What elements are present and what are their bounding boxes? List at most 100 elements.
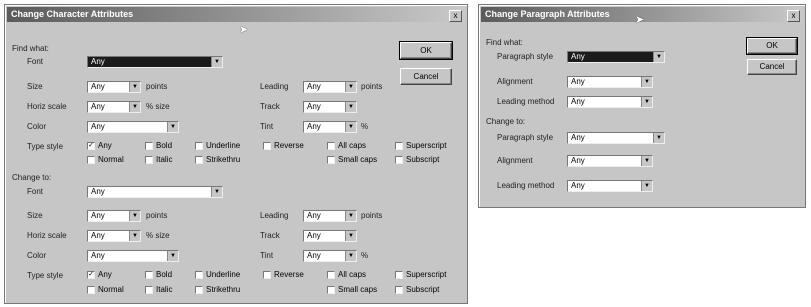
checkbox-box[interactable]: ✓ xyxy=(87,142,95,150)
char-dialog-titlebar[interactable]: Change Character Attributes x xyxy=(7,7,465,22)
chevron-down-icon[interactable]: ▼ xyxy=(345,102,356,112)
find-leading-method-dropdown[interactable]: Any ▼ xyxy=(567,96,653,108)
find-paragraph-style-label: Paragraph style xyxy=(497,52,554,61)
checkbox-box[interactable] xyxy=(195,142,203,150)
find-alignment-dropdown[interactable]: Any ▼ xyxy=(567,76,653,88)
find-paragraph-style-dropdown[interactable]: Any ▼ xyxy=(567,51,665,63)
change-color-value: Any xyxy=(91,251,105,260)
cancel-button[interactable]: Cancel xyxy=(400,68,452,85)
char-dialog-title: Change Character Attributes xyxy=(11,9,134,19)
chevron-down-icon[interactable]: ▼ xyxy=(129,82,140,92)
checkbox-box[interactable] xyxy=(395,271,403,279)
find-type-style-label: Type style xyxy=(27,142,64,151)
find-tint-label: Tint xyxy=(260,122,274,131)
chevron-down-icon[interactable]: ▼ xyxy=(345,231,356,241)
change-type-style-label: Type style xyxy=(27,271,64,280)
find-horiz-scale-dropdown[interactable]: Any ▼ xyxy=(87,101,141,113)
change-size-unit: points xyxy=(146,211,168,220)
chevron-down-icon[interactable]: ▼ xyxy=(345,122,356,132)
find-color-dropdown[interactable]: Any ▼ xyxy=(87,121,179,133)
change-track-label: Track xyxy=(260,231,280,240)
checkbox-box[interactable] xyxy=(327,156,335,164)
change-color-dropdown[interactable]: Any ▼ xyxy=(87,250,179,262)
change-horiz-scale-value: Any xyxy=(91,231,105,240)
find-leading-method-value: Any xyxy=(571,97,585,106)
change-tint-unit: % xyxy=(361,251,369,260)
change-paragraph-dialog: Change Paragraph Attributes x ➤ OK Cance… xyxy=(478,4,806,208)
chevron-down-icon[interactable]: ▼ xyxy=(129,231,140,241)
change-leading-label: Leading xyxy=(260,211,289,220)
checkbox-box[interactable] xyxy=(263,271,271,279)
checkbox-box[interactable] xyxy=(87,156,95,164)
close-icon[interactable]: x xyxy=(449,10,462,22)
find-what-heading: Find what: xyxy=(12,44,49,53)
find-track-value: Any xyxy=(307,102,321,111)
chevron-down-icon[interactable]: ▼ xyxy=(167,122,178,132)
find-leading-value: Any xyxy=(307,82,321,91)
find-size-dropdown[interactable]: Any ▼ xyxy=(87,81,141,93)
checkbox-box[interactable] xyxy=(395,142,403,150)
checkbox-box[interactable] xyxy=(195,286,203,294)
checkbox-box[interactable] xyxy=(87,286,95,294)
change-leading-value: Any xyxy=(307,211,321,220)
chevron-down-icon[interactable]: ▼ xyxy=(345,82,356,92)
find-font-dropdown[interactable]: Any ▼ xyxy=(87,56,223,68)
checkbox-box[interactable]: ✓ xyxy=(87,271,95,279)
change-horiz-scale-dropdown[interactable]: Any ▼ xyxy=(87,230,141,242)
chevron-down-icon[interactable]: ▼ xyxy=(211,187,222,197)
checkbox-box[interactable] xyxy=(145,286,153,294)
chevron-down-icon[interactable]: ▼ xyxy=(641,77,652,87)
change-color-label: Color xyxy=(27,251,47,260)
chevron-down-icon[interactable]: ▼ xyxy=(211,57,222,67)
checkbox-box[interactable] xyxy=(327,271,335,279)
find-size-unit: points xyxy=(146,82,168,91)
close-icon[interactable]: x xyxy=(787,10,800,22)
change-font-value: Any xyxy=(91,187,105,196)
checkbox-box[interactable] xyxy=(195,271,203,279)
change-leading-dropdown[interactable]: Any ▼ xyxy=(303,210,357,222)
change-size-value: Any xyxy=(91,211,105,220)
chevron-down-icon[interactable]: ▼ xyxy=(641,156,652,166)
chevron-down-icon[interactable]: ▼ xyxy=(641,181,652,191)
find-leading-dropdown[interactable]: Any ▼ xyxy=(303,81,357,93)
checkbox-box[interactable] xyxy=(395,156,403,164)
change-to-heading: Change to: xyxy=(12,173,52,182)
checkbox-box[interactable] xyxy=(395,286,403,294)
change-font-dropdown[interactable]: Any ▼ xyxy=(87,186,223,198)
cancel-button[interactable]: Cancel xyxy=(747,59,797,75)
checkbox-box[interactable] xyxy=(145,156,153,164)
chevron-down-icon[interactable]: ▼ xyxy=(345,251,356,261)
ok-button[interactable]: OK xyxy=(746,37,798,55)
checkbox-box[interactable] xyxy=(145,142,153,150)
change-size-dropdown[interactable]: Any ▼ xyxy=(87,210,141,222)
change-track-dropdown[interactable]: Any ▼ xyxy=(303,230,357,242)
find-horiz-scale-value: Any xyxy=(91,102,105,111)
find-color-label: Color xyxy=(27,122,47,131)
chevron-down-icon[interactable]: ▼ xyxy=(653,52,664,62)
change-leading-method-dropdown[interactable]: Any ▼ xyxy=(567,180,653,192)
checkbox-box[interactable] xyxy=(263,142,271,150)
find-tint-dropdown[interactable]: Any ▼ xyxy=(303,121,357,133)
chevron-down-icon[interactable]: ▼ xyxy=(345,211,356,221)
chevron-down-icon[interactable]: ▼ xyxy=(653,133,664,143)
checkbox-box[interactable] xyxy=(195,156,203,164)
change-character-dialog: Change Character Attributes x ➤ OK Cance… xyxy=(4,4,468,304)
find-track-label: Track xyxy=(260,102,280,111)
find-horiz-scale-label: Horiz scale xyxy=(27,102,67,111)
checkbox-box[interactable] xyxy=(327,142,335,150)
find-track-dropdown[interactable]: Any ▼ xyxy=(303,101,357,113)
change-tint-dropdown[interactable]: Any ▼ xyxy=(303,250,357,262)
change-alignment-dropdown[interactable]: Any ▼ xyxy=(567,155,653,167)
ok-button[interactable]: OK xyxy=(399,41,453,60)
change-leading-method-label: Leading method xyxy=(497,181,555,190)
change-paragraph-style-dropdown[interactable]: Any ▼ xyxy=(567,132,665,144)
change-paragraph-style-label: Paragraph style xyxy=(497,133,554,142)
chevron-down-icon[interactable]: ▼ xyxy=(641,97,652,107)
chevron-down-icon[interactable]: ▼ xyxy=(129,102,140,112)
chevron-down-icon[interactable]: ▼ xyxy=(129,211,140,221)
checkbox-box[interactable] xyxy=(145,271,153,279)
checkbox-box[interactable] xyxy=(327,286,335,294)
find-alignment-value: Any xyxy=(571,77,585,86)
change-alignment-label: Alignment xyxy=(497,156,533,165)
chevron-down-icon[interactable]: ▼ xyxy=(167,251,178,261)
